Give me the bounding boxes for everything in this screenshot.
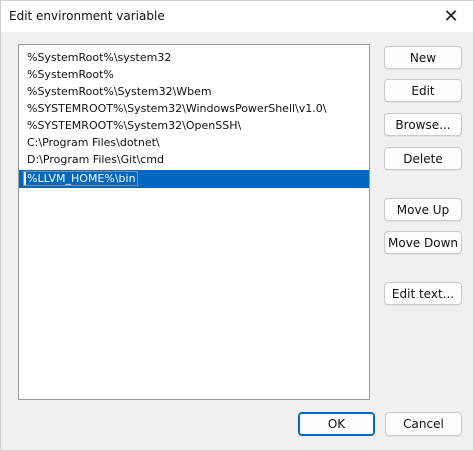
close-button[interactable]: ✕ — [429, 1, 473, 32]
new-button[interactable]: New — [384, 46, 462, 69]
move-up-button[interactable]: Move Up — [384, 198, 462, 221]
list-item[interactable]: D:\Program Files\Git\cmd — [19, 151, 369, 168]
move-down-button[interactable]: Move Down — [384, 231, 462, 254]
selected-list-item[interactable]: %LLVM_HOME%\bin — [19, 170, 369, 188]
edit-text-button[interactable]: Edit text... — [384, 282, 462, 305]
browse-button[interactable]: Browse... — [384, 113, 462, 136]
list-item[interactable]: C:\Program Files\dotnet\ — [19, 134, 369, 151]
delete-button[interactable]: Delete — [384, 147, 462, 170]
title-bar: Edit environment variable ✕ — [1, 1, 473, 32]
inline-edit-field[interactable]: %LLVM_HOME%\bin — [23, 171, 138, 186]
window-title: Edit environment variable — [9, 9, 165, 23]
ok-button[interactable]: OK — [298, 412, 375, 436]
close-icon: ✕ — [443, 5, 459, 27]
list-item[interactable]: %SystemRoot%\System32\Wbem — [19, 83, 369, 100]
list-item[interactable]: %SystemRoot% — [19, 66, 369, 83]
inline-edit-text: %LLVM_HOME%\bin — [26, 172, 137, 185]
list-item[interactable]: %SystemRoot%\system32 — [19, 49, 369, 66]
edit-button[interactable]: Edit — [384, 79, 462, 102]
list-item[interactable]: %SYSTEMROOT%\System32\OpenSSH\ — [19, 117, 369, 134]
edit-environment-variable-dialog: Edit environment variable ✕ %SystemRoot%… — [0, 0, 474, 451]
list-item[interactable]: %SYSTEMROOT%\System32\WindowsPowerShell\… — [19, 100, 369, 117]
path-list[interactable]: %SystemRoot%\system32 %SystemRoot% %Syst… — [18, 44, 370, 400]
cancel-button[interactable]: Cancel — [385, 412, 462, 436]
